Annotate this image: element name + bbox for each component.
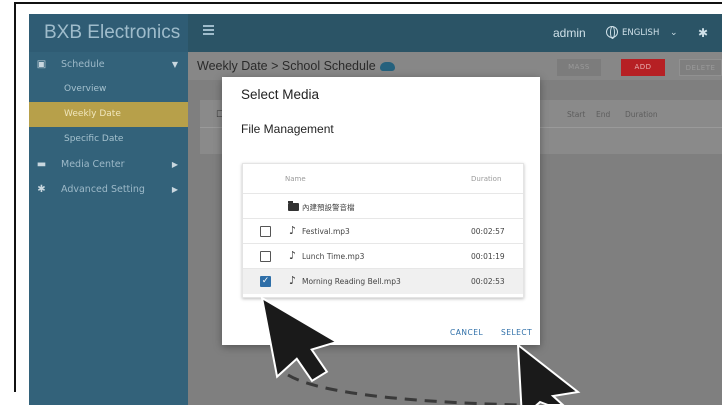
media-table: Name Duration 內建預設警音檔 ♪ Festival.mp3 00:…	[242, 163, 524, 298]
select-button[interactable]: SELECT	[501, 328, 532, 337]
column-duration: Duration	[471, 175, 502, 183]
media-duration: 00:02:53	[471, 277, 505, 286]
screenshot-stage: BXB Electronics ▣ Schedule ▼ Overview We…	[0, 0, 722, 405]
sidebar-item-media-center[interactable]: ▬ Media Center ▶	[29, 152, 188, 177]
row-checkbox-checked[interactable]: ✓	[260, 276, 271, 287]
frame-top-edge	[14, 2, 722, 4]
add-button[interactable]: ADD	[621, 59, 665, 76]
column-duration: Duration	[625, 110, 658, 119]
row-checkbox[interactable]	[260, 226, 271, 237]
frame-left-edge	[14, 2, 16, 392]
globe-icon	[606, 26, 618, 39]
gear-icon: ✱	[37, 184, 46, 195]
chevron-down-icon[interactable]: ⌄	[670, 14, 678, 52]
table-row[interactable]: ✓ ♪ Morning Reading Bell.mp3 00:02:53	[243, 269, 523, 294]
table-row[interactable]: 內建預設警音檔	[243, 194, 523, 219]
media-name: Morning Reading Bell.mp3	[302, 277, 401, 286]
brand-title: BXB Electronics	[29, 14, 188, 52]
media-duration: 00:02:57	[471, 227, 505, 236]
gear-icon[interactable]: ✱	[698, 14, 708, 52]
breadcrumb: Weekly Date > School Schedule	[197, 59, 395, 73]
sidebar-item-overview[interactable]: Overview	[29, 77, 188, 102]
menu-icon[interactable]	[203, 25, 214, 39]
caret-right-icon: ▶	[171, 185, 178, 194]
delete-button[interactable]: DELETE	[679, 59, 722, 76]
cloud-upload-icon[interactable]	[379, 62, 395, 71]
media-duration: 00:01:19	[471, 252, 505, 261]
caret-right-icon: ▶	[171, 160, 178, 169]
topbar: admin ENGLISH ⌄ ✱	[188, 14, 722, 52]
mass-button[interactable]: MASS	[557, 59, 601, 76]
media-table-header: Name Duration	[243, 164, 523, 194]
column-start: Start	[567, 110, 586, 119]
select-media-dialog: Select Media File Management Name Durati…	[222, 77, 540, 345]
folder-icon: ▬	[36, 159, 47, 170]
user-name[interactable]: admin	[553, 14, 586, 52]
folder-icon	[288, 201, 299, 211]
music-note-icon: ♪	[289, 249, 297, 262]
cancel-button[interactable]: CANCEL	[450, 328, 483, 337]
calendar-icon: ▣	[36, 59, 47, 70]
sidebar: BXB Electronics ▣ Schedule ▼ Overview We…	[29, 14, 188, 405]
breadcrumb-text: Weekly Date > School Schedule	[197, 59, 376, 73]
column-end: End	[596, 110, 611, 119]
dialog-subtitle: File Management	[241, 122, 334, 136]
sidebar-item-weekly-date[interactable]: Weekly Date	[29, 102, 188, 127]
media-name: 內建預設警音檔	[302, 203, 355, 212]
table-row[interactable]: ♪ Festival.mp3 00:02:57	[243, 219, 523, 244]
breadcrumb-bar: Weekly Date > School Schedule MASS ADD D…	[188, 52, 722, 80]
dialog-title: Select Media	[241, 87, 320, 102]
row-checkbox[interactable]	[260, 251, 271, 262]
table-row[interactable]: ♪ Lunch Time.mp3 00:01:19	[243, 244, 523, 269]
sidebar-item-label: Advanced Setting	[61, 184, 145, 195]
music-note-icon: ♪	[289, 274, 297, 287]
sidebar-item-schedule[interactable]: ▣ Schedule ▼	[29, 52, 188, 77]
music-note-icon: ♪	[289, 224, 297, 237]
language-selector[interactable]: ENGLISH	[622, 14, 659, 52]
sidebar-item-label: Schedule	[61, 59, 105, 70]
sidebar-item-specific-date[interactable]: Specific Date	[29, 127, 188, 152]
media-name: Lunch Time.mp3	[302, 252, 365, 261]
caret-down-icon: ▼	[171, 60, 178, 69]
sidebar-item-advanced-setting[interactable]: ✱ Advanced Setting ▶	[29, 177, 188, 202]
media-name: Festival.mp3	[302, 227, 350, 236]
sidebar-item-label: Media Center	[61, 159, 125, 170]
column-name: Name	[285, 175, 306, 183]
